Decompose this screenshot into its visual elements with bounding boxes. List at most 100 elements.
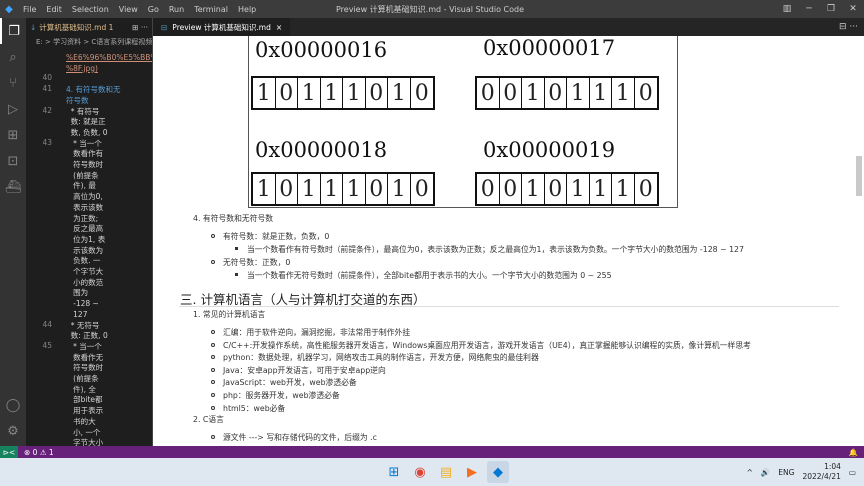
speaker-icon[interactable]: 🔊: [761, 468, 770, 477]
code-line[interactable]: (前提条: [66, 373, 152, 384]
code-line[interactable]: 小的数范: [66, 277, 152, 288]
bit-cell: 0: [638, 176, 653, 202]
code-line[interactable]: 部bite都: [66, 394, 152, 405]
activity-bar: ❐ ⌕ ⑂ ▷ ⊞ ⊡ ⛴ ◯ ⚙: [0, 18, 26, 446]
menu-item[interactable]: Selection: [67, 5, 114, 14]
code-line[interactable]: 件), 最: [66, 180, 152, 191]
menu-item[interactable]: View: [114, 5, 143, 14]
preview-scrollbar[interactable]: [854, 36, 864, 446]
tray-chevron-icon[interactable]: ^: [747, 468, 753, 477]
file-explorer-icon[interactable]: ▤: [435, 461, 457, 483]
code-line[interactable]: 数: 就是正: [66, 116, 152, 127]
vscode-taskbar-icon[interactable]: ◆: [487, 461, 509, 483]
media-player-icon[interactable]: ▶: [461, 461, 483, 483]
remote-indicator[interactable]: ⊳<: [0, 446, 18, 458]
scroll-thumb[interactable]: [856, 156, 862, 196]
docker-icon[interactable]: ⛴: [0, 174, 26, 200]
notification-bell-icon[interactable]: 🔔: [849, 448, 864, 457]
code-line[interactable]: 字节大小: [66, 437, 152, 446]
code-line[interactable]: 位为1, 表: [66, 234, 152, 245]
editor-actions[interactable]: ⊞ ···: [132, 23, 148, 32]
editor-tab-bar: ↓ 计算机基础知识.md 1 ⊞ ···: [26, 18, 152, 36]
code-line[interactable]: 数看作有: [66, 148, 152, 159]
preview-actions[interactable]: ⊟ ···: [839, 22, 864, 32]
code-line[interactable]: 反之最高: [66, 223, 152, 234]
bit-cell: 1: [343, 174, 366, 204]
windows-start-icon[interactable]: ⊞: [383, 461, 405, 483]
bit-cell: 1: [298, 174, 321, 204]
code-line[interactable]: 符号数: [66, 95, 152, 106]
code-line[interactable]: (前提条: [66, 170, 152, 181]
code-line[interactable]: -128 ~: [66, 298, 152, 309]
code-line[interactable]: 负数. 一: [66, 255, 152, 266]
account-icon[interactable]: ◯: [0, 392, 26, 418]
bit-cell: 0: [366, 174, 388, 204]
gear-icon[interactable]: ⚙: [0, 418, 26, 444]
code-line[interactable]: %8F.jpg): [66, 63, 152, 74]
markdown-icon: ↓: [30, 22, 37, 32]
code-line[interactable]: 数: 正数, 0: [66, 330, 152, 341]
code-line[interactable]: * 当一个: [66, 341, 152, 352]
bit-cell: 0: [414, 80, 429, 106]
menu-item[interactable]: Go: [143, 5, 164, 14]
bit-cell: 1: [298, 78, 321, 108]
code-line[interactable]: 4. 有符号数和无: [66, 84, 152, 95]
minimize-button[interactable]: ─: [798, 0, 820, 18]
menu-item[interactable]: Run: [164, 5, 189, 14]
line-number: 44: [42, 319, 52, 329]
bit-cell: 0: [414, 176, 429, 202]
hex-address: 0x00000017: [483, 36, 616, 60]
code-line[interactable]: 示该数为: [66, 245, 152, 256]
code-line[interactable]: 数, 负数, 0: [66, 127, 152, 138]
menu-item[interactable]: Edit: [41, 5, 67, 14]
bit-cell: 1: [388, 174, 411, 204]
maximize-button[interactable]: ❐: [820, 0, 842, 18]
chrome-icon[interactable]: ◉: [409, 461, 431, 483]
code-area[interactable]: 4041 42 43 44 45 %E6%96%B0%E5%BB%BA%%8F.jpg)…: [26, 48, 152, 446]
code-line[interactable]: 符号数时: [66, 159, 152, 170]
problems-indicator[interactable]: ⊗ 0 ⚠ 1: [18, 448, 54, 457]
code-line[interactable]: 个字节大: [66, 266, 152, 277]
code-line[interactable]: * 当一个: [66, 138, 152, 149]
remote-explorer-icon[interactable]: ⊡: [0, 148, 26, 174]
bit-cell: 0: [500, 174, 522, 204]
toggle-panel-icon[interactable]: ▥: [776, 0, 798, 18]
list-item: 当一个数看作有符号数时（前提条件），最高位为0，表示该数为正数；反之最高位为1，…: [247, 245, 744, 254]
run-debug-icon[interactable]: ▷: [0, 96, 26, 122]
notifications-icon[interactable]: ▭: [849, 468, 856, 477]
breadcrumb[interactable]: E: > 学习资料 > C语言系列课程视频: [26, 36, 152, 48]
code-line[interactable]: 127: [66, 309, 152, 320]
menu-item[interactable]: Terminal: [189, 5, 233, 14]
tab-markdown-source[interactable]: ↓ 计算机基础知识.md 1 ⊞ ···: [26, 18, 152, 36]
close-tab-icon[interactable]: ×: [276, 23, 282, 32]
menu-item[interactable]: Help: [233, 5, 261, 14]
code-line[interactable]: 用于表示: [66, 405, 152, 416]
code-line[interactable]: 表示该数: [66, 202, 152, 213]
bullet: [211, 234, 215, 238]
search-icon[interactable]: ⌕: [0, 44, 26, 70]
bullet: [211, 342, 215, 347]
menu-item[interactable]: File: [18, 5, 41, 14]
source-control-icon[interactable]: ⑂: [0, 70, 26, 96]
code-line[interactable]: 围为: [66, 287, 152, 298]
code-line[interactable]: %E6%96%B0%E5%BB%BA%: [66, 52, 152, 63]
code-line[interactable]: * 有符号: [66, 106, 152, 117]
close-window-button[interactable]: ✕: [842, 0, 864, 18]
list-item: 源文件 ---> 写和存储代码的文件，后缀为 .c: [223, 433, 377, 442]
code-line[interactable]: 为正数;: [66, 213, 152, 224]
bit-cell: 1: [590, 174, 612, 204]
code-line[interactable]: 高位为0,: [66, 191, 152, 202]
code-line[interactable]: 书的大: [66, 416, 152, 427]
bit-cell: 0: [545, 174, 567, 204]
files-icon[interactable]: ❐: [0, 18, 26, 44]
code-line[interactable]: 件), 全: [66, 384, 152, 395]
clock[interactable]: 1:04 2022/4/21: [802, 462, 840, 482]
code-line[interactable]: * 无符号: [66, 320, 152, 331]
hex-address: 0x00000016: [255, 38, 388, 62]
extensions-icon[interactable]: ⊞: [0, 122, 26, 148]
input-language[interactable]: ENG: [778, 468, 794, 477]
code-line[interactable]: 小, 一个: [66, 427, 152, 438]
code-line[interactable]: 数看作无: [66, 352, 152, 363]
code-line[interactable]: 符号数时: [66, 362, 152, 373]
tab-preview[interactable]: ⊟ Preview 计算机基础知识.md ×: [153, 18, 291, 36]
